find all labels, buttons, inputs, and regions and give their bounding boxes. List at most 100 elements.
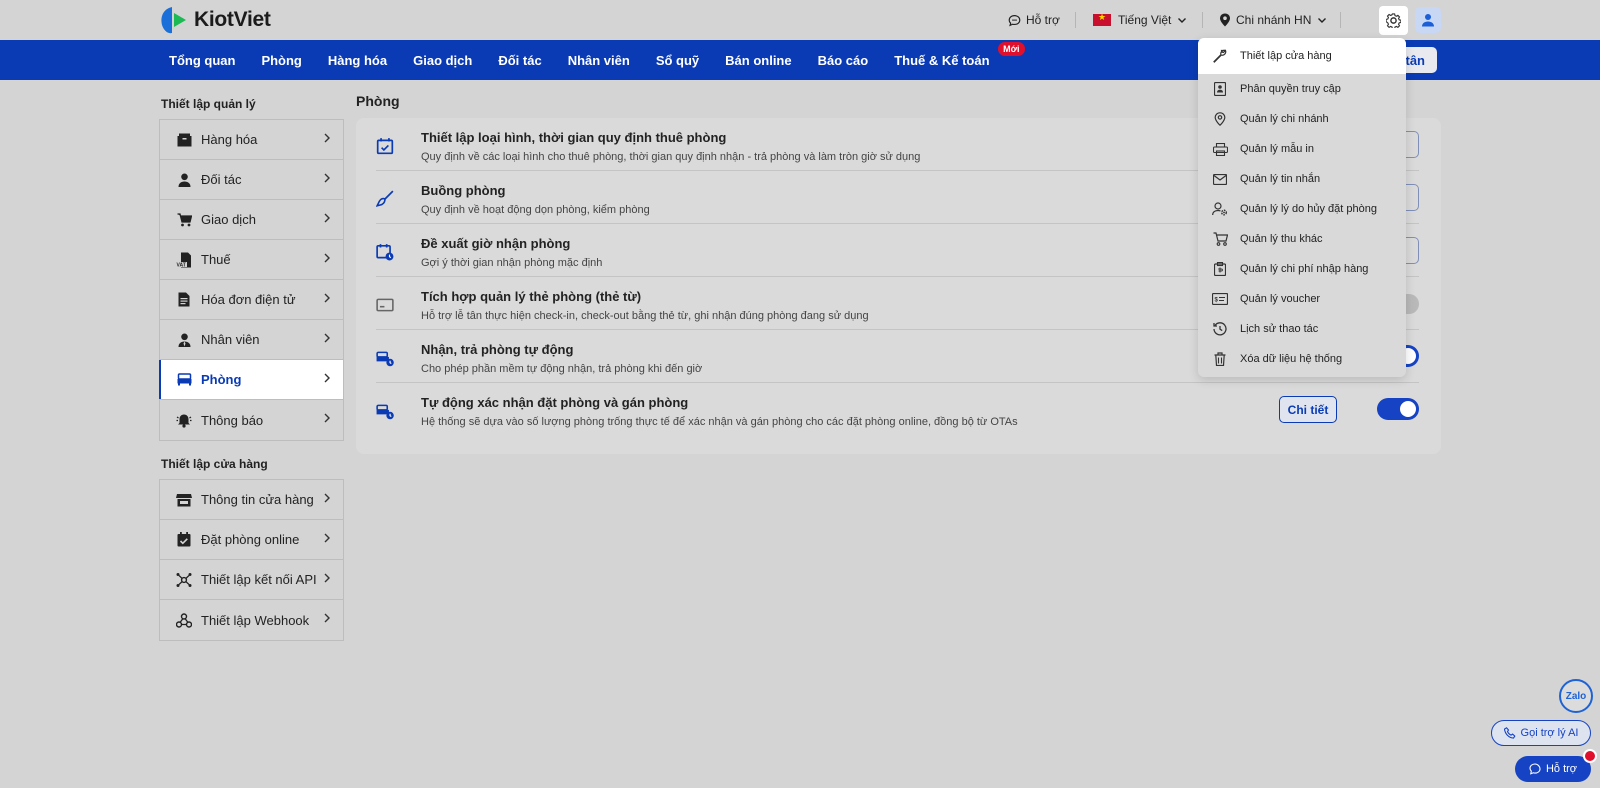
setting-description: Quy định về các loại hình cho thuê phòng… xyxy=(421,151,921,163)
sidebar-item-label: Thông báo xyxy=(201,412,264,428)
chevron-right-icon xyxy=(324,213,330,223)
nav-rooms[interactable]: Phòng xyxy=(248,40,314,80)
nav-reports[interactable]: Báo cáo xyxy=(805,40,882,80)
nav-partners[interactable]: Đối tác xyxy=(485,40,554,80)
sidebar-item-label: Thông tin cửa hàng xyxy=(201,492,314,507)
store-icon xyxy=(176,493,192,506)
chevron-down-icon xyxy=(1178,18,1187,23)
setting-title: Nhận, trả phòng tự động xyxy=(421,342,574,357)
menu-item-other-income[interactable]: Quản lý thu khác xyxy=(1198,224,1406,254)
user-icon xyxy=(1422,14,1434,27)
settings-button[interactable] xyxy=(1379,6,1408,35)
printer-icon xyxy=(1212,142,1228,156)
zalo-button[interactable]: Zalo xyxy=(1559,679,1593,713)
sidebar-item-employees[interactable]: Nhân viên xyxy=(160,320,343,360)
chevron-right-icon xyxy=(324,493,330,503)
detail-button[interactable]: Chi tiết xyxy=(1279,396,1337,423)
setting-title: Thiết lập loại hình, thời gian quy định … xyxy=(421,130,727,145)
menu-item-branches[interactable]: Quản lý chi nhánh xyxy=(1198,104,1406,134)
sidebar-item-api[interactable]: Thiết lập kết nối API xyxy=(160,560,343,600)
sidebar-item-notifications[interactable]: Thông báo xyxy=(160,400,343,440)
settings-dropdown: Thiết lập cửa hàng Phân quyền truy cập Q… xyxy=(1198,38,1406,377)
sidebar-item-webhook[interactable]: Thiết lập Webhook xyxy=(160,600,343,640)
menu-item-label: Quản lý chi phí nhập hàng xyxy=(1240,263,1369,275)
nav-online-sales[interactable]: Bán online xyxy=(712,40,804,80)
chevron-right-icon xyxy=(324,333,330,343)
auto-confirm-toggle[interactable] xyxy=(1377,398,1419,420)
setting-title: Tích hợp quản lý thẻ phòng (thẻ từ) xyxy=(421,289,642,304)
language-select[interactable]: Tiếng Việt xyxy=(1093,0,1192,40)
logo[interactable]: KiotViet xyxy=(158,5,271,35)
menu-item-store-settings[interactable]: Thiết lập cửa hàng xyxy=(1198,38,1406,74)
sidebar-item-rooms[interactable]: Phòng xyxy=(159,360,343,400)
nav-goods[interactable]: Hàng hóa xyxy=(315,40,400,80)
wrench-icon xyxy=(1213,49,1227,63)
ai-assistant-button[interactable]: Gọi trợ lý AI xyxy=(1491,720,1591,746)
menu-item-label: Quản lý lý do hủy đặt phòng xyxy=(1240,203,1377,215)
chevron-right-icon xyxy=(324,133,330,143)
chevron-right-icon xyxy=(324,373,330,383)
sidebar-item-label: Thiết lập Webhook xyxy=(201,612,310,628)
menu-item-label: Xóa dữ liệu hệ thống xyxy=(1240,353,1343,365)
new-badge: Mới xyxy=(998,42,1025,56)
menu-item-permissions[interactable]: Phân quyền truy cập xyxy=(1198,74,1406,104)
broom-icon xyxy=(376,190,394,207)
sidebar-item-label: Đặt phòng online xyxy=(201,532,300,547)
sidebar-item-online-booking[interactable]: Đặt phòng online xyxy=(160,520,343,560)
support-link[interactable]: Hỗ trợ xyxy=(1008,0,1060,40)
chevron-right-icon xyxy=(324,573,330,583)
branch-select[interactable]: Chi nhánh HN xyxy=(1219,0,1332,40)
menu-item-import-costs[interactable]: Quản lý chi phí nhập hàng xyxy=(1198,254,1406,284)
sidebar-item-transactions[interactable]: Giao dịch xyxy=(160,200,343,240)
menu-item-label: Phân quyền truy cập xyxy=(1240,83,1341,95)
menu-item-print-templates[interactable]: Quản lý mẫu in xyxy=(1198,134,1406,164)
nav-overview[interactable]: Tổng quan xyxy=(156,40,248,80)
notification-dot xyxy=(1583,749,1597,763)
nav-tax-label: Thuế & Kế toán xyxy=(894,52,990,68)
chat-bubble-icon xyxy=(1529,763,1541,775)
sidebar-item-tax[interactable]: VAT Thuế xyxy=(160,240,343,280)
sidebar-item-partners[interactable]: Đối tác xyxy=(160,160,343,200)
menu-item-messages[interactable]: Quản lý tin nhắn xyxy=(1198,164,1406,194)
sidebar-item-label: Đối tác xyxy=(201,172,242,187)
sidebar-store-list: Thông tin cửa hàng Đặt phòng online Thiế… xyxy=(159,479,344,641)
sidebar-item-goods[interactable]: Hàng hóa xyxy=(160,120,343,160)
sidebar-item-label: Nhân viên xyxy=(201,332,260,347)
sidebar-item-label: Hóa đơn điện tử xyxy=(201,292,296,307)
bed-clock-icon xyxy=(376,404,394,420)
help-chat-button[interactable]: Hỗ trợ xyxy=(1515,756,1591,782)
employee-icon xyxy=(178,333,190,347)
support-label: Hỗ trợ xyxy=(1026,13,1060,27)
nav-tax-accounting[interactable]: Thuế & Kế toán Mới xyxy=(881,40,1025,80)
menu-item-vouchers[interactable]: $ Quản lý voucher xyxy=(1198,284,1406,314)
calendar-check-icon xyxy=(376,138,394,155)
sidebar-item-label: Hàng hóa xyxy=(201,132,258,147)
menu-item-label: Quản lý tin nhắn xyxy=(1240,173,1321,185)
chat-bubble-icon xyxy=(1008,14,1021,26)
sidebar-item-store-info[interactable]: Thông tin cửa hàng xyxy=(160,480,343,520)
location-icon xyxy=(1214,112,1226,126)
sidebar-item-label: Giao dịch xyxy=(201,212,256,227)
language-label: Tiếng Việt xyxy=(1118,13,1172,27)
menu-item-label: Quản lý chi nhánh xyxy=(1240,113,1329,125)
svg-text:$: $ xyxy=(1215,298,1219,304)
key-card-icon xyxy=(376,298,394,312)
branch-label: Chi nhánh HN xyxy=(1236,13,1312,27)
nav-cashbook[interactable]: Sổ quỹ xyxy=(643,40,712,80)
setting-row-auto-confirm: Tự động xác nhận đặt phòng và gán phòng … xyxy=(376,383,1419,436)
menu-item-history[interactable]: Lịch sử thao tác xyxy=(1198,314,1406,344)
key-card-toggle[interactable] xyxy=(1406,294,1419,314)
menu-item-cancel-reasons[interactable]: Quản lý lý do hủy đặt phòng xyxy=(1198,194,1406,224)
nav-transactions[interactable]: Giao dịch xyxy=(400,40,485,80)
kiotviet-logo-icon xyxy=(161,7,186,34)
sidebar-item-e-invoice[interactable]: Hóa đơn điện tử xyxy=(160,280,343,320)
setting-title: Buồng phòng xyxy=(421,183,506,198)
user-gear-icon xyxy=(1212,202,1227,216)
nav-employees[interactable]: Nhân viên xyxy=(555,40,643,80)
calendar-check-icon xyxy=(177,532,191,547)
trash-icon xyxy=(1214,352,1226,366)
person-icon xyxy=(178,173,190,187)
user-avatar-button[interactable] xyxy=(1415,7,1441,33)
vat-icon: VAT xyxy=(176,252,191,268)
menu-item-delete-data[interactable]: Xóa dữ liệu hệ thống xyxy=(1198,344,1406,374)
